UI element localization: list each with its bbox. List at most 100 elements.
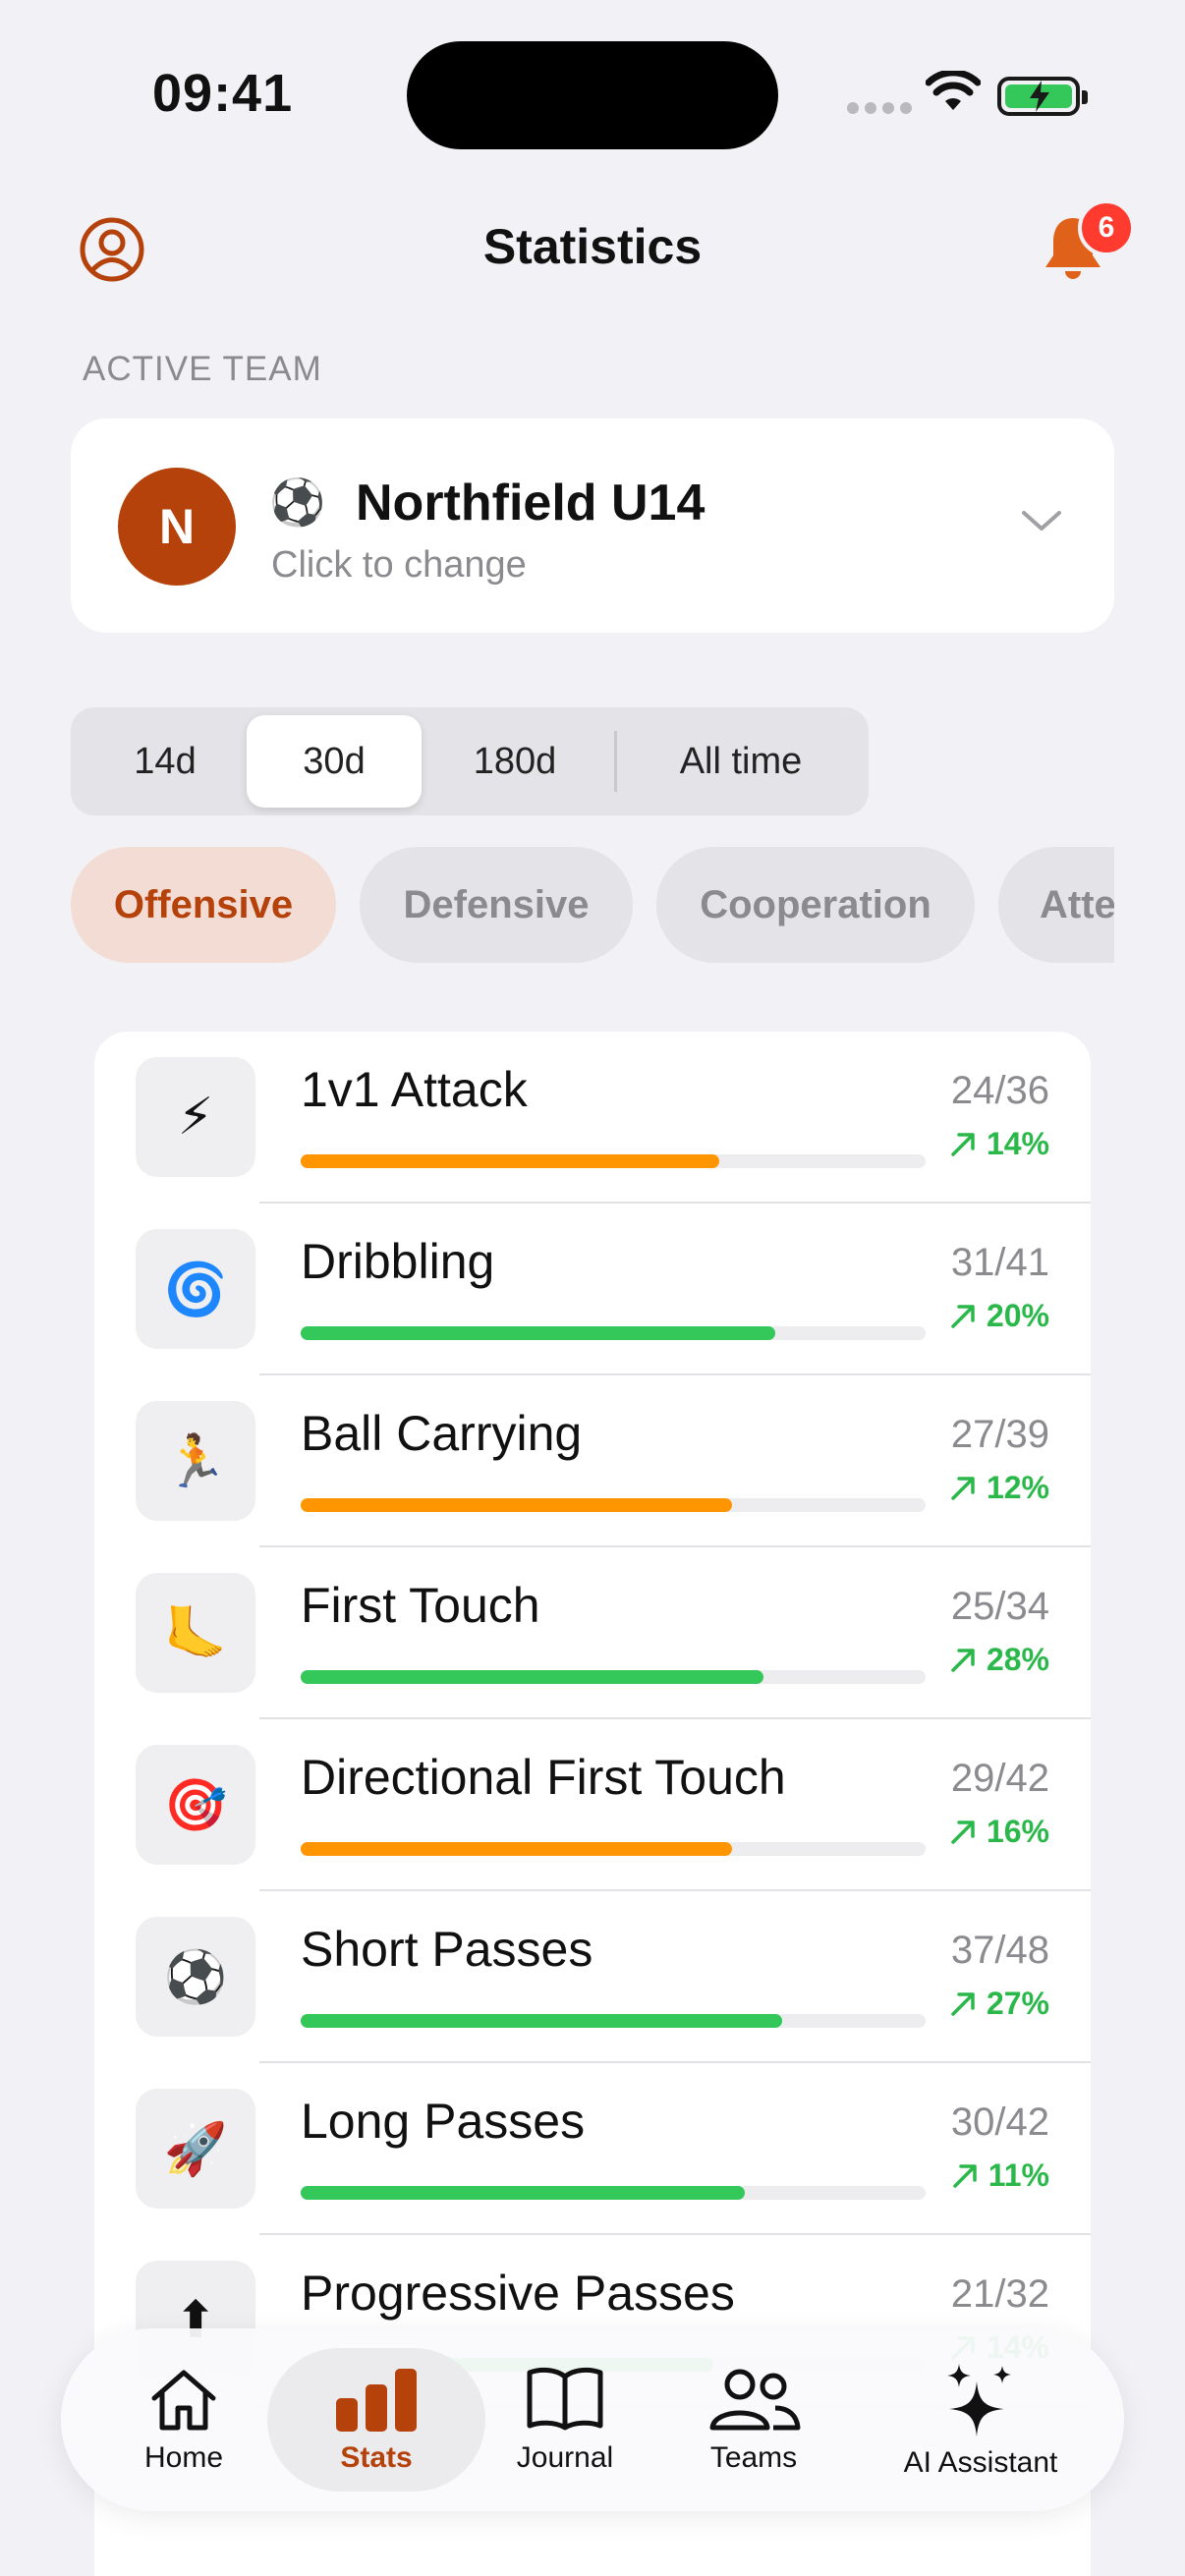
stat-count: 37/48 bbox=[950, 1929, 1049, 1972]
tab-home-label: Home bbox=[143, 2441, 224, 2474]
stat-trend-value: 12% bbox=[986, 1470, 1049, 1505]
stat-progress-fill bbox=[301, 1326, 776, 1340]
chip-attention[interactable]: Atte bbox=[998, 847, 1114, 963]
stat-trend-value: 28% bbox=[986, 1642, 1049, 1677]
trend-up-arrow-icon bbox=[951, 1820, 975, 1844]
chip-defensive[interactable]: Defensive bbox=[360, 847, 633, 963]
stat-trend-value: 20% bbox=[986, 1298, 1049, 1333]
trend-up-arrow-icon bbox=[951, 1304, 975, 1328]
stat-count: 30/42 bbox=[950, 2100, 1049, 2144]
stat-icon: 🏃 bbox=[136, 1401, 255, 1521]
stat-trend: 12% bbox=[949, 1470, 1049, 1506]
stat-row[interactable]: 🦶 First Touch 25/34 28% bbox=[94, 1547, 1091, 1719]
stat-progress-fill bbox=[301, 1842, 732, 1856]
tab-home[interactable]: Home bbox=[100, 2328, 267, 2511]
tab-ai-assistant-label: AI Assistant bbox=[903, 2446, 1058, 2479]
trend-up-arrow-icon bbox=[951, 1476, 975, 1500]
book-icon bbox=[527, 2367, 603, 2431]
stat-name: Directional First Touch bbox=[301, 1750, 786, 1805]
period-180d[interactable]: 180d bbox=[422, 715, 608, 808]
stat-progress-bar bbox=[301, 1498, 926, 1512]
tab-teams[interactable]: Teams bbox=[670, 2328, 837, 2511]
stat-icon: ⚽ bbox=[136, 1917, 255, 2037]
stat-count: 25/34 bbox=[950, 1585, 1049, 1628]
team-name: Northfield U14 bbox=[356, 475, 705, 532]
category-chips: Offensive Defensive Cooperation Atte bbox=[71, 847, 1114, 965]
stat-trend: 20% bbox=[949, 1298, 1049, 1334]
stat-icon: 🦶 bbox=[136, 1573, 255, 1693]
stat-name: Dribbling bbox=[301, 1234, 495, 1289]
team-change-hint: Click to change bbox=[271, 544, 527, 586]
tab-stats[interactable]: Stats bbox=[293, 2328, 460, 2511]
period-30d[interactable]: 30d bbox=[247, 715, 422, 808]
stat-progress-bar bbox=[301, 2186, 926, 2200]
stat-trend: 16% bbox=[949, 1814, 1049, 1850]
stat-name: Short Passes bbox=[301, 1922, 593, 1977]
stat-progress-fill bbox=[301, 1670, 763, 1684]
period-14d[interactable]: 14d bbox=[79, 715, 252, 808]
battery-icon bbox=[997, 77, 1088, 116]
stat-progress-bar bbox=[301, 1154, 926, 1168]
stat-row[interactable]: 🏃 Ball Carrying 27/39 12% bbox=[94, 1375, 1091, 1547]
notification-badge: 6 bbox=[1078, 199, 1135, 256]
stat-row[interactable]: 🚀 Long Passes 30/42 11% bbox=[94, 2063, 1091, 2235]
tab-journal-label: Journal bbox=[516, 2441, 614, 2474]
stat-name: First Touch bbox=[301, 1578, 540, 1633]
chip-cooperation[interactable]: Cooperation bbox=[656, 847, 975, 963]
stat-icon: 🚀 bbox=[136, 2089, 255, 2209]
stat-progress-bar bbox=[301, 1326, 926, 1340]
stat-icon: 🌀 bbox=[136, 1229, 255, 1349]
stat-row[interactable]: ⚽ Short Passes 37/48 27% bbox=[94, 1891, 1091, 2063]
stat-row[interactable]: ⚡ 1v1 Attack 24/36 14% bbox=[94, 1032, 1091, 1204]
segment-divider bbox=[614, 731, 617, 792]
stat-progress-fill bbox=[301, 1154, 720, 1168]
stat-trend: 28% bbox=[949, 1642, 1049, 1678]
wifi-icon bbox=[926, 71, 981, 110]
stat-progress-fill bbox=[301, 2014, 782, 2028]
stat-count: 21/32 bbox=[950, 2272, 1049, 2316]
stat-name: Long Passes bbox=[301, 2094, 586, 2149]
stat-name: Progressive Passes bbox=[301, 2266, 735, 2321]
tab-stats-label: Stats bbox=[340, 2441, 413, 2474]
stat-progress-fill bbox=[301, 1498, 732, 1512]
trend-up-arrow-icon bbox=[951, 1648, 975, 1672]
page-title: Statistics bbox=[482, 219, 703, 274]
trend-up-arrow-icon bbox=[951, 1991, 975, 2016]
tab-ai-assistant[interactable]: AI Assistant bbox=[876, 2328, 1085, 2511]
stat-trend-value: 14% bbox=[986, 1126, 1049, 1161]
people-icon bbox=[709, 2369, 801, 2431]
stat-trend-value: 27% bbox=[986, 1986, 1049, 2021]
stat-progress-bar bbox=[301, 1842, 926, 1856]
stat-count: 31/41 bbox=[950, 1241, 1049, 1284]
team-avatar: N bbox=[118, 468, 236, 586]
stat-count: 24/36 bbox=[950, 1069, 1049, 1112]
chip-offensive[interactable]: Offensive bbox=[71, 847, 336, 963]
active-team-label: ACTIVE TEAM bbox=[83, 350, 322, 388]
tab-journal[interactable]: Journal bbox=[481, 2328, 649, 2511]
chart-bars-icon bbox=[336, 2369, 417, 2432]
stat-progress-bar bbox=[301, 1670, 926, 1684]
status-bar: 09:41 bbox=[0, 0, 1185, 187]
stat-icon: 🎯 bbox=[136, 1745, 255, 1865]
stat-row[interactable]: 🎯 Directional First Touch 29/42 16% bbox=[94, 1719, 1091, 1891]
period-segmented-control: 14d 30d 180d All time bbox=[71, 707, 869, 815]
stat-trend-value: 11% bbox=[988, 2157, 1049, 2193]
stat-trend: 14% bbox=[949, 1126, 1049, 1162]
team-selector[interactable]: N ⚽ Northfield U14 Click to change bbox=[71, 419, 1114, 633]
trend-up-arrow-icon bbox=[951, 1132, 975, 1156]
stat-count: 27/39 bbox=[950, 1413, 1049, 1456]
chevron-down-icon bbox=[1022, 511, 1061, 531]
stat-trend: 27% bbox=[949, 1986, 1049, 2022]
house-icon bbox=[151, 2370, 216, 2431]
stat-count: 29/42 bbox=[950, 1757, 1049, 1800]
stat-trend: 11% bbox=[951, 2157, 1049, 2194]
period-all-time[interactable]: All time bbox=[621, 715, 861, 808]
stat-progress-fill bbox=[301, 2186, 745, 2200]
stat-name: Ball Carrying bbox=[301, 1406, 583, 1461]
stat-row[interactable]: 🌀 Dribbling 31/41 20% bbox=[94, 1204, 1091, 1375]
tab-teams-label: Teams bbox=[709, 2441, 798, 2474]
stat-trend-value: 16% bbox=[986, 1814, 1049, 1849]
stat-progress-bar bbox=[301, 2014, 926, 2028]
stat-name: 1v1 Attack bbox=[301, 1062, 528, 1117]
tab-bar: Home Stats Journal Teams AI Assistant bbox=[61, 2328, 1124, 2511]
